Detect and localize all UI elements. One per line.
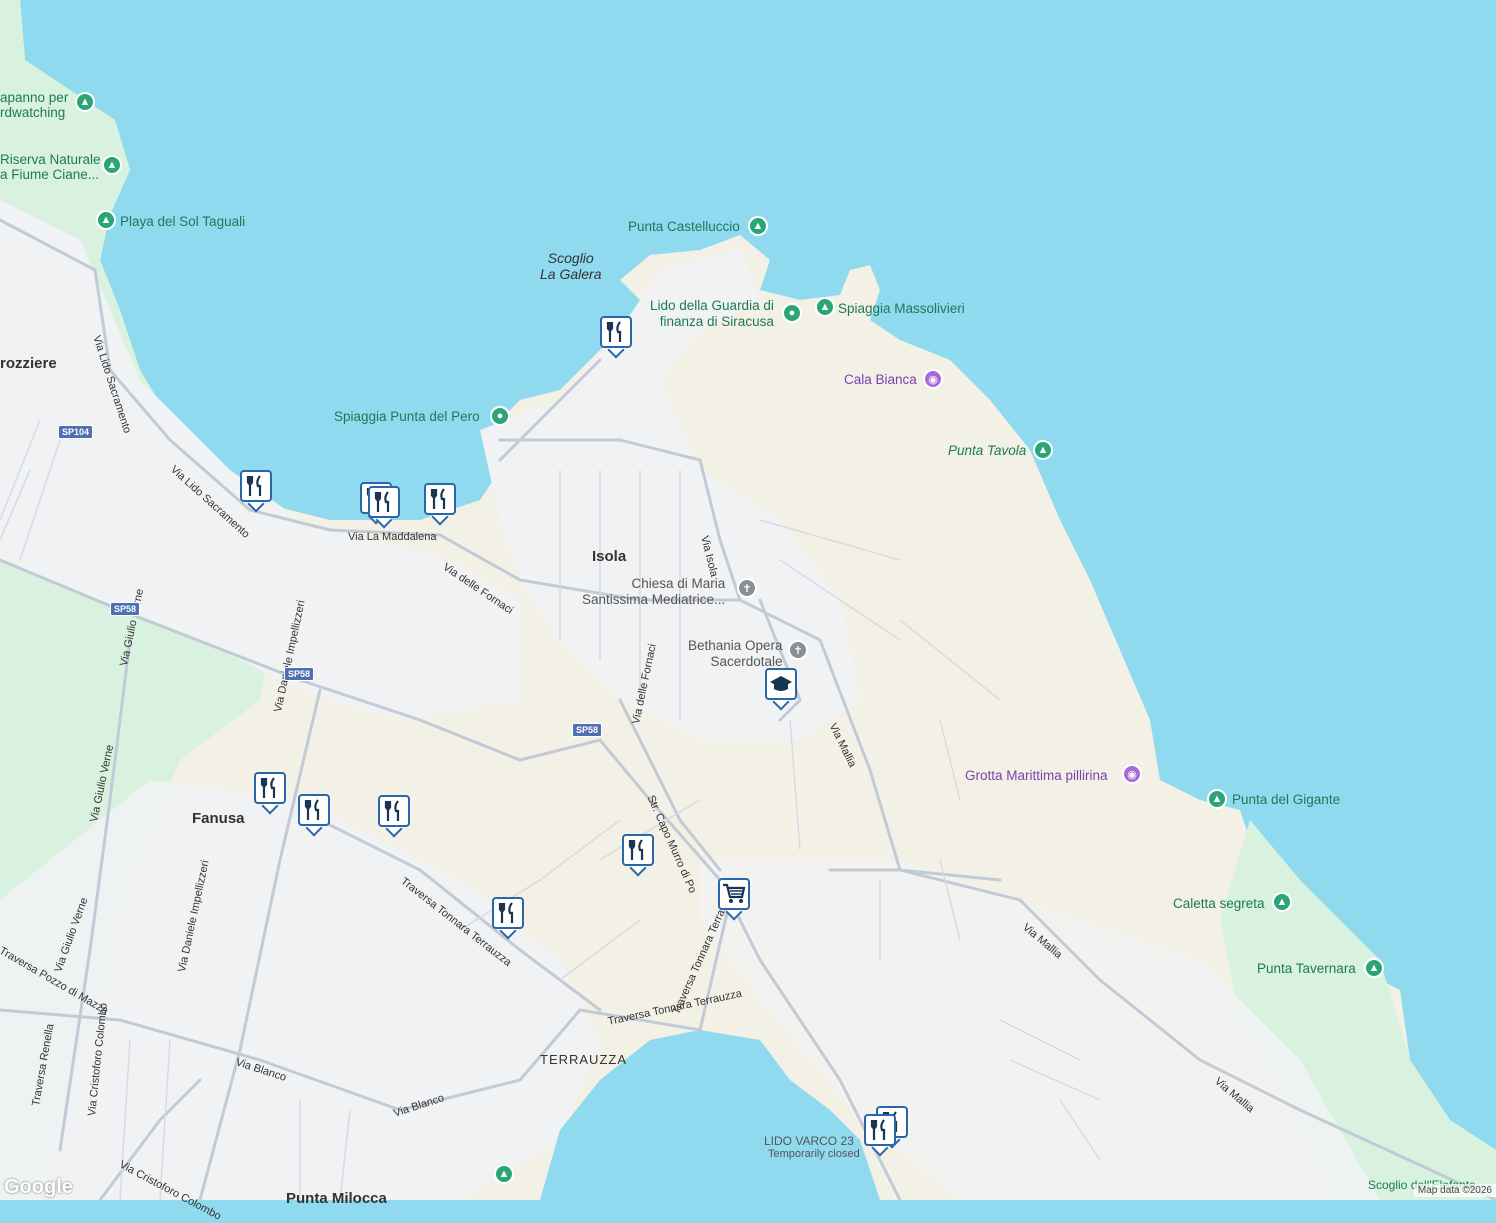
- tree-icon[interactable]: ▲: [1207, 789, 1227, 809]
- fork-knife-icon: [622, 834, 654, 866]
- fork-knife-icon: [240, 470, 272, 502]
- place-isola: Isola: [592, 548, 627, 565]
- poi-lido-varco: LIDO VARCO 23: [764, 1134, 854, 1148]
- restaurant-pin[interactable]: [424, 483, 458, 526]
- road-shield-sp58: SP58: [110, 602, 141, 616]
- poi-playa: Playa del Sol Taguali: [120, 214, 246, 229]
- scoglio-la-galera: Scoglio La Galera: [540, 250, 602, 282]
- poi-punta-pero: Spiaggia Punta del Pero: [334, 409, 480, 424]
- poi-gigante: Punta del Gigante: [1232, 792, 1341, 807]
- poi-tavernara: Punta Tavernara: [1257, 961, 1356, 976]
- fork-knife-icon: [254, 772, 286, 804]
- tree-icon[interactable]: ▲: [494, 1164, 514, 1184]
- restaurant-pin[interactable]: [254, 772, 288, 815]
- poi-lido-guardia: Lido della Guardia di finanza di Siracus…: [650, 298, 774, 329]
- tree-icon[interactable]: ▲: [815, 297, 835, 317]
- poi-capanno: apanno per rdwatching: [0, 90, 69, 120]
- poi-grotta: Grotta Marittima pillirina: [965, 768, 1108, 783]
- map-attribution[interactable]: Map data ©2026: [1413, 1184, 1496, 1197]
- beach-marker-icon[interactable]: ●: [490, 406, 510, 426]
- fork-knife-icon: [864, 1114, 896, 1146]
- restaurant-pin[interactable]: [492, 897, 526, 940]
- tree-icon[interactable]: ▲: [1272, 892, 1292, 912]
- restaurant-pin[interactable]: [622, 834, 656, 877]
- restaurant-pin[interactable]: [600, 316, 634, 359]
- place-fanusa: Fanusa: [192, 810, 245, 827]
- fork-knife-icon: [368, 486, 400, 518]
- restaurant-pin[interactable]: [240, 470, 274, 513]
- place-terrauzza: TERRAUZZA: [540, 1052, 627, 1067]
- beach-marker-icon[interactable]: ●: [782, 303, 802, 323]
- tree-icon[interactable]: ▲: [1033, 440, 1053, 460]
- church-icon[interactable]: ✝: [788, 640, 808, 660]
- graduation-cap-icon: [765, 668, 797, 700]
- road-shield-sp58: SP58: [284, 667, 315, 681]
- shopping-cart-icon: [718, 878, 750, 910]
- place-punta-milocca: Punta Milocca: [286, 1190, 387, 1207]
- fork-knife-icon: [424, 483, 456, 515]
- google-logo: Google: [4, 1176, 73, 1198]
- restaurant-pin[interactable]: [368, 486, 402, 529]
- road-shield-sp104: SP104: [58, 425, 94, 439]
- restaurant-pin[interactable]: [864, 1114, 898, 1157]
- shopping-cart-pin[interactable]: [718, 878, 752, 921]
- map-canvas[interactable]: [0, 0, 1496, 1200]
- poi-cala-bianca: Cala Bianca: [844, 372, 917, 387]
- poi-temp-closed: Temporarily closed: [768, 1148, 860, 1160]
- place-carrozziere: rozziere: [0, 355, 57, 372]
- poi-massolivieri: Spiaggia Massolivieri: [838, 301, 965, 316]
- restaurant-pin[interactable]: [298, 794, 332, 837]
- poi-caletta: Caletta segreta: [1173, 896, 1265, 911]
- church-icon[interactable]: ✝: [737, 578, 757, 598]
- poi-punta-tavola: Punta Tavola: [948, 443, 1027, 458]
- poi-riserva: Riserva Naturale a Fiume Ciane...: [0, 152, 101, 182]
- poi-bethania: Bethania Opera Sacerdotale: [688, 638, 783, 669]
- fork-knife-icon: [378, 795, 410, 827]
- school-pin[interactable]: [765, 668, 799, 711]
- tree-icon[interactable]: ▲: [75, 92, 95, 112]
- tree-icon[interactable]: ▲: [102, 155, 122, 175]
- road-la-maddalena: Via La Maddalena: [348, 531, 437, 543]
- fork-knife-icon: [298, 794, 330, 826]
- restaurant-pin[interactable]: [378, 795, 412, 838]
- fork-knife-icon: [600, 316, 632, 348]
- poi-chiesa: Chiesa di Maria Santissima Mediatrice...: [582, 576, 726, 607]
- tree-icon[interactable]: ▲: [1364, 958, 1384, 978]
- camera-icon[interactable]: ◉: [923, 369, 943, 389]
- camera-icon[interactable]: ◉: [1122, 764, 1142, 784]
- tree-icon[interactable]: ▲: [748, 216, 768, 236]
- fork-knife-icon: [492, 897, 524, 929]
- road-shield-sp58: SP58: [572, 723, 603, 737]
- tree-icon[interactable]: ▲: [96, 210, 116, 230]
- poi-castelluccio: Punta Castelluccio: [628, 219, 740, 234]
